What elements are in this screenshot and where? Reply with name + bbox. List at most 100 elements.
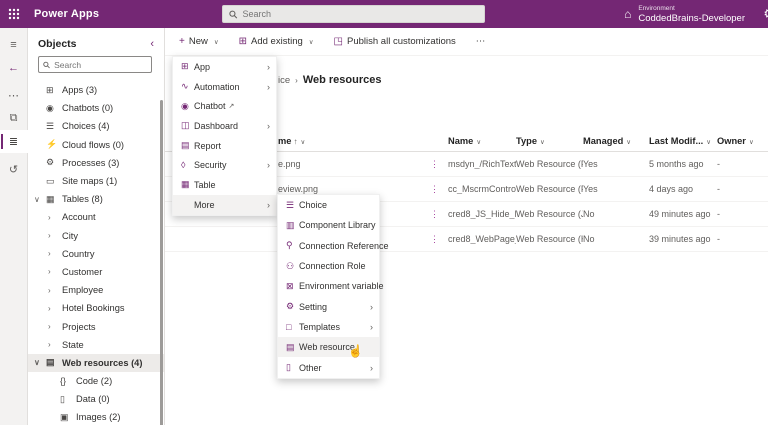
menu-item-label: Connection Reference [299, 240, 389, 251]
chevron-right-icon [370, 302, 373, 312]
more-submenu: ☰ Choice ▥ Component Library ⚲ Connectio… [277, 194, 389, 379]
search-icon [43, 61, 50, 68]
column-header-owner[interactable]: Owner [717, 136, 768, 146]
pages-icon[interactable]: ⧉ [0, 107, 28, 130]
tables-icon: ▦ [46, 193, 55, 204]
new-menu-item[interactable]: ▦ Table ↗ [173, 175, 276, 195]
column-header-name[interactable]: Name [448, 136, 516, 146]
report-icon: ▤ [181, 140, 190, 151]
tree-item[interactable]: › Country [28, 245, 164, 263]
cell-last-modified: 49 minutes ago [649, 209, 711, 219]
tree-item[interactable]: › Projects [28, 317, 164, 335]
apps-icon: ⊞ [46, 84, 54, 95]
app-title[interactable]: Power Apps [34, 8, 99, 20]
submenu-item[interactable]: □ Templates [278, 317, 379, 337]
processes-icon: ⚙ [46, 157, 55, 168]
top-search-box[interactable] [222, 5, 485, 23]
row-kebab-menu-icon[interactable] [430, 184, 448, 195]
new-menu-item[interactable]: ◫ Dashboard ↗ [173, 116, 276, 136]
top-search-input[interactable] [242, 9, 478, 19]
tree-item[interactable]: › City [28, 227, 164, 245]
scrollbar-thumb[interactable] [160, 100, 163, 425]
publish-all-customizations-button[interactable]: ◳ Publish all customizations [334, 36, 456, 47]
tree-item[interactable]: ▭ Site maps (1) [28, 172, 164, 190]
tree-item-label: Tables (8) [62, 194, 103, 205]
more-icon[interactable]: ⋯ [0, 84, 28, 107]
tree-item[interactable]: ▯ Data (0) [28, 390, 164, 408]
tree-item[interactable]: › Account [28, 208, 164, 226]
new-menu-item[interactable]: ◉ Chatbot ↗ [173, 96, 276, 116]
cell-type: Web Resource (P... [516, 184, 583, 194]
chevron-right-icon: › [48, 267, 51, 277]
chevron-right-icon: › [48, 212, 51, 222]
cell-name: cc_MscrmContro... [448, 184, 516, 194]
menu-item-label: Choice [299, 200, 328, 211]
column-header-type[interactable]: Type [516, 136, 583, 146]
new-menu-item[interactable]: ▤ Report ↗ [173, 136, 276, 156]
row-kebab-menu-icon[interactable] [430, 234, 448, 245]
row-kebab-menu-icon[interactable] [430, 209, 448, 220]
tree-item[interactable]: ∨ ▦ Tables (8) [28, 190, 164, 208]
tree-item[interactable]: ⚙ Processes (3) [28, 154, 164, 172]
breadcrumb: ice › Web resources [278, 74, 382, 86]
submenu-item[interactable]: ▤ Web resource [278, 337, 379, 358]
tree-item[interactable]: › State [28, 336, 164, 354]
tree-item[interactable]: › Employee [28, 281, 164, 299]
web-resource-icon: ▤ [286, 341, 295, 352]
submenu-item[interactable]: ⚇ Connection Role [278, 256, 379, 276]
back-icon[interactable]: ← [0, 56, 28, 79]
tree-item[interactable]: {} Code (2) [28, 372, 164, 390]
tree-item[interactable]: ▣ Images (2) [28, 408, 164, 425]
environment-selector[interactable]: ⌂ Environment CoddedBrains-Developer [624, 0, 745, 28]
new-menu-item[interactable]: ∿ Automation ↗ [173, 77, 276, 97]
gear-icon[interactable]: ⚙ [763, 6, 768, 22]
new-menu-item[interactable]: ◊ Security ↗ [173, 155, 276, 175]
power-apps-screen: Power Apps ⌂ Environment CoddedBrains-De… [0, 0, 768, 425]
submenu-item[interactable]: ▯ Other [278, 357, 379, 377]
overflow-menu-button[interactable]: ⋯ [476, 36, 486, 47]
tree-item[interactable]: ∨ ▤ Web resources (4) [28, 353, 164, 372]
submenu-item[interactable]: ☰ Choice [278, 195, 379, 215]
tree-item[interactable]: › Hotel Bookings [28, 299, 164, 317]
connection-role-icon: ⚇ [286, 260, 295, 271]
objects-tree: ⊞ Apps (3) ◉ Chatbots (0) ☰ Choices (4) [28, 81, 164, 425]
new-menu-item[interactable]: ⊞ App ↗ [173, 57, 276, 77]
submenu-item[interactable]: ⚲ Connection Reference [278, 236, 389, 256]
tree-view-icon[interactable]: ≣ [0, 130, 28, 153]
tree-item-label: City [62, 230, 79, 241]
table-row[interactable]: cred8_WebPage_... Web Resource (H... No … [165, 227, 768, 252]
column-header-last-modified[interactable]: Last Modif... [649, 136, 717, 146]
menu-item-label: Dashboard [194, 120, 239, 131]
new-menu-item[interactable]: More ↗ [173, 194, 276, 215]
history-icon[interactable]: ↺ [0, 158, 28, 181]
row-kebab-menu-icon[interactable] [430, 159, 448, 170]
submenu-item[interactable]: ⚙ Setting [278, 296, 379, 316]
submenu-item[interactable]: ⊠ Environment variable [278, 276, 384, 296]
collapse-panel-icon[interactable]: ‹ [150, 38, 154, 50]
tree-item[interactable]: ⊞ Apps (3) [28, 81, 164, 99]
overflow-icon: ⋯ [475, 36, 486, 47]
chatbots-icon: ◉ [46, 102, 54, 113]
cell-managed: No [583, 209, 595, 219]
waffle-icon[interactable] [0, 0, 28, 28]
tree-item-label: Data (0) [76, 394, 110, 405]
cell-managed: Yes [583, 159, 598, 169]
chevron-down-icon: ∨ [34, 358, 40, 368]
tree-item[interactable]: › Customer [28, 263, 164, 281]
objects-search-box[interactable] [38, 56, 152, 73]
breadcrumb-parent-fragment[interactable]: ice [278, 75, 290, 86]
objects-search-input[interactable] [54, 59, 147, 70]
tree-item-label: Country [62, 248, 95, 259]
new-button[interactable]: + New ∨ [179, 36, 219, 47]
tree-item[interactable]: ⚡ Cloud flows (0) [28, 136, 164, 154]
hamburger-icon[interactable]: ≡ [0, 33, 28, 56]
cell-owner: - [717, 209, 720, 219]
column-header-managed[interactable]: Managed [583, 136, 649, 146]
menu-item-label: Chatbot [194, 101, 226, 112]
add-existing-button[interactable]: ⊞ Add existing ∨ [239, 36, 314, 47]
tree-item[interactable]: ☰ Choices (4) [28, 117, 164, 135]
cell-last-modified: 39 minutes ago [649, 234, 711, 244]
submenu-item[interactable]: ▥ Component Library [278, 215, 379, 235]
tree-item[interactable]: ◉ Chatbots (0) [28, 99, 164, 117]
menu-item-label: Table [194, 179, 216, 190]
